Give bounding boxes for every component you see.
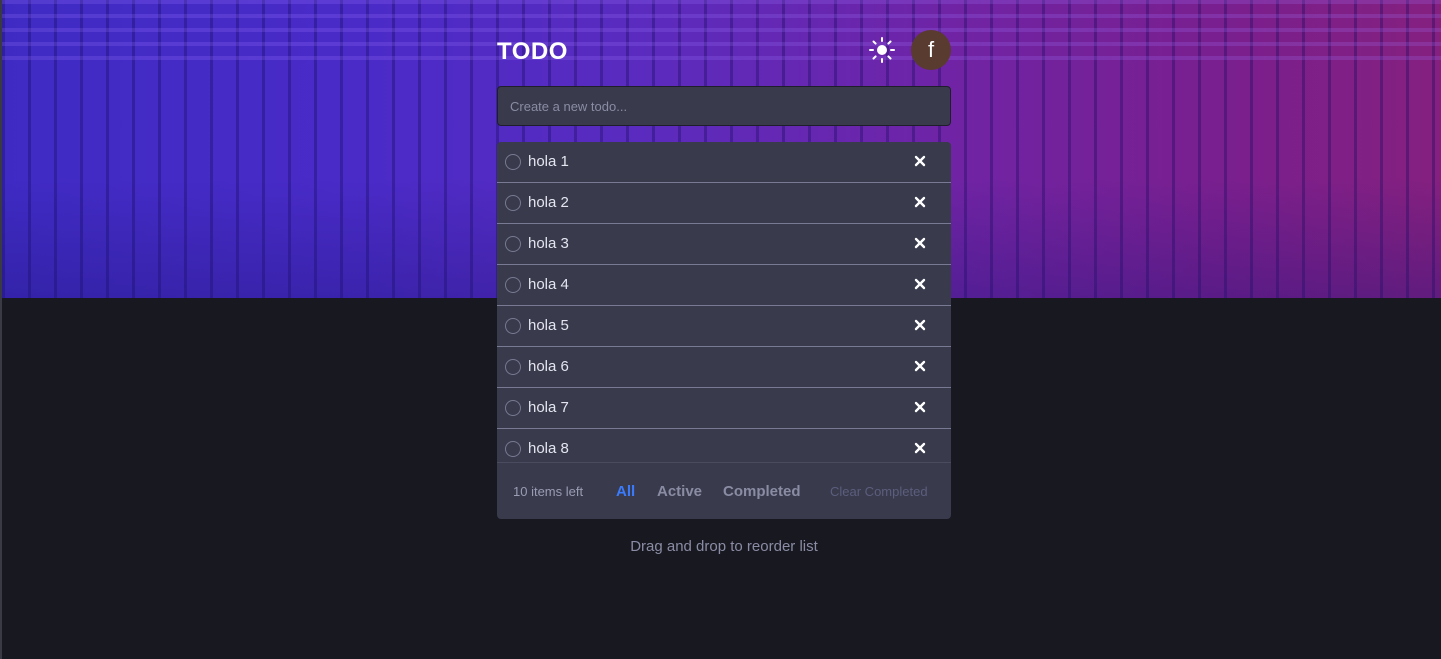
items-left-count: 10 items left: [513, 484, 584, 499]
filter-all-button[interactable]: All: [616, 483, 635, 500]
todo-label: hola 4: [528, 276, 569, 293]
todo-label: hola 2: [528, 194, 569, 211]
todo-item[interactable]: hola 2: [497, 183, 951, 224]
todo-item[interactable]: hola 4: [497, 265, 951, 306]
todo-label: hola 7: [528, 399, 569, 416]
sun-icon: [869, 37, 895, 63]
delete-todo-icon[interactable]: [913, 359, 927, 373]
todo-list: hola 1 hola 2 hola 3 hola 4 hola 5 hola 6 hola…: [497, 142, 951, 462]
todo-checkbox[interactable]: [505, 195, 521, 211]
todo-checkbox[interactable]: [505, 236, 521, 252]
todo-checkbox[interactable]: [505, 154, 521, 170]
avatar[interactable]: f: [911, 30, 951, 70]
filter-completed-button[interactable]: Completed: [723, 483, 801, 500]
todo-label: hola 3: [528, 235, 569, 252]
todo-label: hola 6: [528, 358, 569, 375]
header: TODO f: [497, 30, 951, 74]
todo-item[interactable]: hola 5: [497, 306, 951, 347]
todo-checkbox[interactable]: [505, 277, 521, 293]
todo-item[interactable]: hola 3: [497, 224, 951, 265]
delete-todo-icon[interactable]: [913, 277, 927, 291]
theme-toggle-button[interactable]: [868, 36, 896, 64]
clear-completed-button[interactable]: Clear Completed: [830, 484, 928, 499]
todo-checkbox[interactable]: [505, 359, 521, 375]
filter-active-button[interactable]: Active: [657, 483, 702, 500]
todo-label: hola 5: [528, 317, 569, 334]
delete-todo-icon[interactable]: [913, 400, 927, 414]
todo-item[interactable]: hola 8: [497, 429, 951, 462]
todo-item[interactable]: hola 7: [497, 388, 951, 429]
reorder-hint: Drag and drop to reorder list: [630, 538, 818, 555]
todo-container: TODO f Create a new todo... hola 1 hola …: [497, 30, 951, 555]
delete-todo-icon[interactable]: [913, 318, 927, 332]
page-title: TODO: [497, 38, 568, 65]
todo-checkbox[interactable]: [505, 400, 521, 416]
todo-checkbox[interactable]: [505, 318, 521, 334]
delete-todo-icon[interactable]: [913, 441, 927, 455]
app-page: TODO f Create a new todo... hola 1 hola …: [0, 0, 1441, 659]
new-todo-placeholder: Create a new todo...: [510, 99, 628, 114]
todo-label: hola 1: [528, 153, 569, 170]
list-footer: 10 items left All Active Completed Clear…: [497, 462, 951, 519]
delete-todo-icon[interactable]: [913, 236, 927, 250]
delete-todo-icon[interactable]: [913, 195, 927, 209]
todo-item[interactable]: hola 1: [497, 142, 951, 183]
todo-checkbox[interactable]: [505, 441, 521, 457]
delete-todo-icon[interactable]: [913, 154, 927, 168]
todo-label: hola 8: [528, 440, 569, 457]
todo-item[interactable]: hola 6: [497, 347, 951, 388]
new-todo-input[interactable]: Create a new todo...: [497, 86, 951, 126]
